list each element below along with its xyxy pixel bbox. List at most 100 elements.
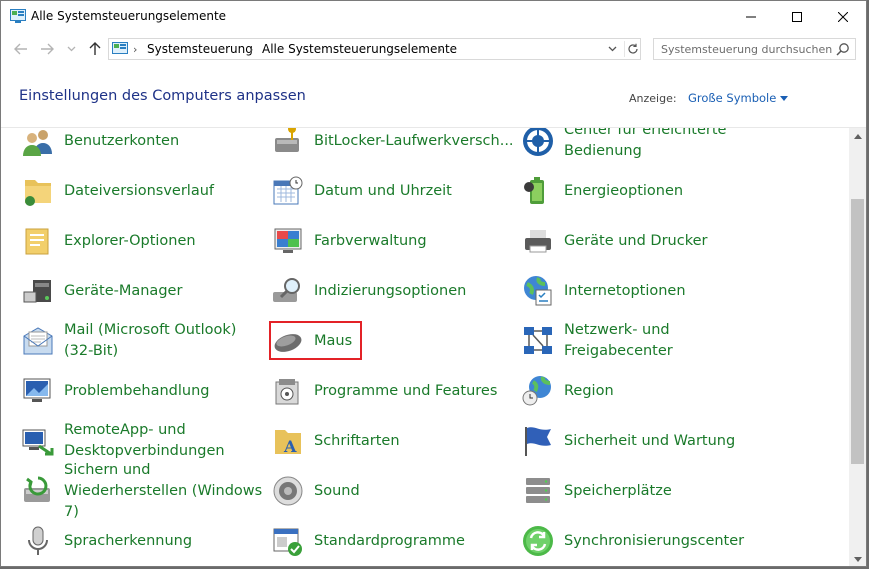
item-label[interactable]: Internetoptionen (564, 268, 764, 314)
breadcrumb-separator[interactable]: › (133, 43, 137, 56)
item-explorer-optionen[interactable]: Explorer-Optionen (21, 218, 261, 264)
item-benutzerkonten[interactable]: Benutzerkonten (21, 128, 261, 164)
back-button[interactable] (11, 39, 31, 59)
item-label[interactable]: Mail (Microsoft Outlook) (32-Bit) (64, 318, 264, 364)
item-label[interactable]: Schriftarten (314, 418, 514, 464)
default-programs-icon (273, 528, 302, 556)
item-spracherkennung[interactable]: Spracherkennung (21, 518, 261, 564)
view-label: Anzeige: (629, 92, 677, 105)
refresh-button[interactable] (624, 41, 640, 57)
vertical-scrollbar[interactable] (849, 128, 866, 566)
view-mode-dropdown[interactable]: Große Symbole (688, 91, 789, 105)
item-label[interactable]: Benutzerkonten (64, 128, 264, 164)
search-input[interactable] (654, 39, 834, 59)
item-label[interactable]: Dateiversionsverlauf (64, 168, 264, 214)
microphone-icon (28, 526, 48, 555)
item-bitlocker[interactable]: BitLocker-Laufwerkversch... (271, 128, 514, 164)
chevron-down-icon (67, 46, 75, 52)
close-button[interactable] (820, 1, 866, 32)
item-standardprogramme[interactable]: Standardprogramme (271, 518, 511, 564)
item-remoteapp[interactable]: RemoteApp- und Desktopverbindungen (21, 418, 261, 464)
item-problembehandlung[interactable]: Problembehandlung (21, 368, 261, 414)
search-icon[interactable] (836, 42, 850, 56)
item-label[interactable]: Standardprogramme (314, 518, 514, 564)
item-label[interactable]: Speicherplätze (564, 468, 764, 514)
item-geraete-manager[interactable]: Geräte-Manager (21, 268, 261, 314)
item-geraete-drucker[interactable]: Geräte und Drucker (521, 218, 761, 264)
chevron-down-icon (853, 557, 862, 562)
breadcrumb-systemsteuerung[interactable]: Systemsteuerung (147, 42, 253, 56)
item-farbverwaltung[interactable]: Farbverwaltung (271, 218, 511, 264)
chevron-up-icon (853, 134, 862, 139)
item-dateiversionsverlauf[interactable]: Dateiversionsverlauf (21, 168, 261, 214)
breadcrumb-separator[interactable]: › (438, 43, 442, 56)
item-label[interactable]: Center für erleichterte Bedienung (564, 128, 764, 164)
control-panel-icon (112, 42, 128, 54)
scroll-up-button[interactable] (849, 128, 866, 145)
scroll-down-button[interactable] (849, 551, 866, 566)
arrow-left-icon (14, 43, 27, 55)
window-title: Alle Systemsteuerungselemente (31, 9, 227, 23)
item-sicherheit-wartung[interactable]: Sicherheit und Wartung (521, 418, 761, 464)
item-sichern-wiederherstellen[interactable]: Sichern und Wiederherstellen (Windows 7) (21, 462, 264, 520)
breadcrumb-separator[interactable]: › (249, 43, 253, 56)
item-internetoptionen[interactable]: Internetoptionen (521, 268, 761, 314)
item-mail[interactable]: Mail (Microsoft Outlook) (32-Bit) (21, 318, 261, 364)
item-speicherplaetze[interactable]: Speicherplätze (521, 468, 761, 514)
item-label[interactable]: Problembehandlung (64, 368, 264, 414)
devices-printers-icon (525, 230, 551, 253)
item-label[interactable]: Programme und Features (314, 368, 514, 414)
item-indizierungsoptionen[interactable]: Indizierungsoptionen (271, 268, 511, 314)
item-label[interactable]: Indizierungsoptionen (314, 268, 514, 314)
item-label[interactable]: Farbverwaltung (314, 218, 514, 264)
forward-button[interactable] (37, 39, 57, 59)
search-box[interactable] (653, 38, 856, 60)
mouse-icon (274, 334, 302, 352)
programs-features-icon (275, 379, 299, 405)
date-time-icon (273, 176, 303, 205)
item-label[interactable]: Netzwerk- und Freigabecenter (564, 318, 764, 364)
item-label[interactable]: Sound (314, 468, 514, 514)
item-schriftarten[interactable]: A Schriftarten (271, 418, 511, 464)
item-label[interactable]: BitLocker-Laufwerkversch... (314, 128, 514, 164)
arrow-right-icon (41, 43, 54, 55)
address-bar[interactable]: › Systemsteuerung › Alle Systemsteuerung… (108, 38, 641, 60)
item-center-erleichterte-bedienung[interactable]: Center für erleichterte Bedienung (521, 128, 761, 164)
item-label[interactable]: Region (564, 368, 764, 414)
item-synchronisierungscenter[interactable]: Synchronisierungscenter (521, 518, 761, 564)
minimize-button[interactable] (728, 1, 774, 32)
item-label[interactable]: Geräte-Manager (64, 268, 264, 314)
item-netzwerk-freigabecenter[interactable]: Netzwerk- und Freigabecenter (521, 318, 761, 364)
scroll-thumb[interactable] (851, 199, 864, 464)
item-energieoptionen[interactable]: Energieoptionen (521, 168, 761, 214)
svg-text:A: A (283, 437, 297, 456)
breadcrumb-all-items[interactable]: Alle Systemsteuerungselemente (262, 42, 457, 56)
page-title: Einstellungen des Computers anpassen (19, 88, 306, 104)
item-datum-uhrzeit[interactable]: Datum und Uhrzeit (271, 168, 511, 214)
address-history-button[interactable] (605, 42, 619, 56)
up-button[interactable] (85, 39, 105, 59)
device-manager-icon (23, 280, 51, 303)
item-region[interactable]: Region (521, 368, 761, 414)
view-mode-value[interactable]: Große Symbole (688, 91, 776, 105)
sync-center-icon (523, 526, 553, 556)
item-label[interactable]: Datum und Uhrzeit (314, 168, 514, 214)
troubleshooting-icon (23, 378, 51, 402)
item-programme-features[interactable]: Programme und Features (271, 368, 511, 414)
item-label[interactable]: Explorer-Optionen (64, 218, 264, 264)
sound-icon (273, 476, 303, 506)
item-label[interactable]: Sicherheit und Wartung (564, 418, 764, 464)
title-bar[interactable]: Alle Systemsteuerungselemente (1, 1, 866, 32)
item-maus[interactable]: Maus (271, 318, 511, 364)
maximize-button[interactable] (774, 1, 820, 32)
item-sound[interactable]: Sound (271, 468, 511, 514)
item-label[interactable]: Synchronisierungscenter (564, 518, 764, 564)
item-label[interactable]: Energieoptionen (564, 168, 764, 214)
item-label[interactable]: Spracherkennung (64, 518, 264, 564)
item-label[interactable]: Geräte und Drucker (564, 218, 764, 264)
item-label[interactable]: Maus (314, 318, 514, 364)
item-label[interactable]: Sichern und Wiederherstellen (Windows 7) (64, 462, 264, 520)
minimize-icon (746, 16, 756, 17)
recent-locations-button[interactable] (61, 39, 81, 59)
item-label[interactable]: RemoteApp- und Desktopverbindungen (64, 418, 264, 464)
